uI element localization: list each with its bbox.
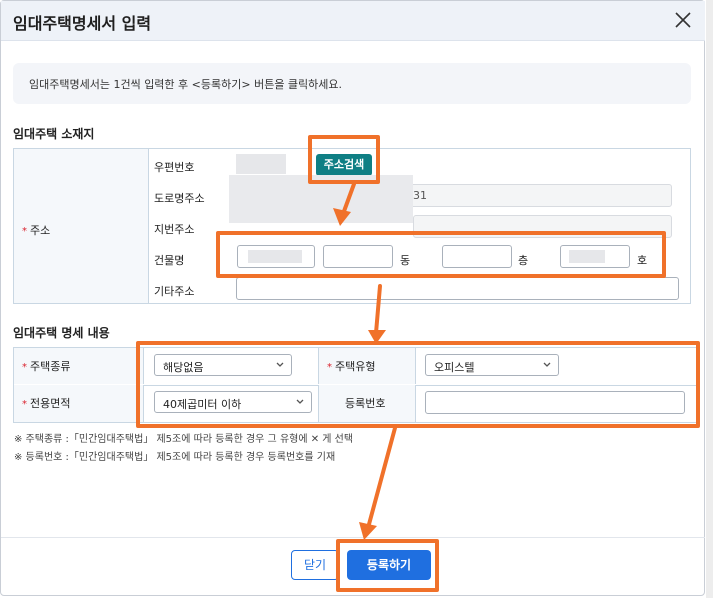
close-button[interactable]: 닫기 bbox=[291, 550, 339, 580]
postal-code-field bbox=[236, 154, 286, 174]
required-mark: * bbox=[22, 399, 27, 410]
dialog-header: 임대주택명세서 입력 bbox=[1, 1, 705, 41]
details-section-title: 임대주택 명세 내용 bbox=[13, 326, 110, 340]
highlight-register-box bbox=[336, 539, 439, 592]
footer-divider bbox=[1, 537, 705, 538]
lot-address-label: 지번주소 bbox=[154, 223, 195, 236]
location-section-title: 임대주택 소재지 bbox=[13, 127, 95, 141]
dialog-title: 임대주택명세서 입력 bbox=[13, 14, 152, 33]
address-label: 주소 bbox=[30, 224, 51, 237]
note-reg-no: ※ 등록번호 :「민간임대주택법」 제5조에 따라 등록한 경우 등록번호를 기… bbox=[14, 452, 336, 463]
rental-housing-dialog: 임대주택명세서 입력 임대주택명세서는 1건씩 입력한 후 <등록하기> 버튼을… bbox=[0, 0, 705, 596]
scrollbar[interactable] bbox=[706, 0, 713, 598]
required-mark: * bbox=[22, 362, 27, 373]
close-icon[interactable] bbox=[671, 8, 695, 32]
house-kind-label-cell: * 주택종류 bbox=[14, 348, 144, 384]
highlight-search-box bbox=[308, 135, 380, 184]
road-address-label: 도로명주소 bbox=[154, 192, 205, 205]
highlight-building-box bbox=[216, 231, 666, 278]
area-label-cell: * 전용면적 bbox=[14, 385, 144, 422]
building-label: 건물명 bbox=[154, 254, 185, 267]
note-house-kind: ※ 주택종류 :「민간임대주택법」 제5조에 따라 등록한 경우 그 유형에 ✕… bbox=[14, 434, 354, 445]
highlight-details-box bbox=[136, 341, 700, 428]
road-address-value: 31 bbox=[413, 189, 427, 202]
house-kind-label: 주택종류 bbox=[30, 360, 71, 373]
address-label-cell: * 주소 bbox=[14, 149, 149, 303]
extra-address-input[interactable] bbox=[236, 277, 679, 300]
notice-box: 임대주택명세서는 1건씩 입력한 후 <등록하기> 버튼을 클릭하세요. bbox=[13, 63, 691, 104]
postal-label: 우편번호 bbox=[154, 161, 195, 174]
area-label: 전용면적 bbox=[30, 397, 71, 410]
required-mark: * bbox=[22, 226, 27, 237]
extra-address-label: 기타주소 bbox=[154, 285, 195, 298]
